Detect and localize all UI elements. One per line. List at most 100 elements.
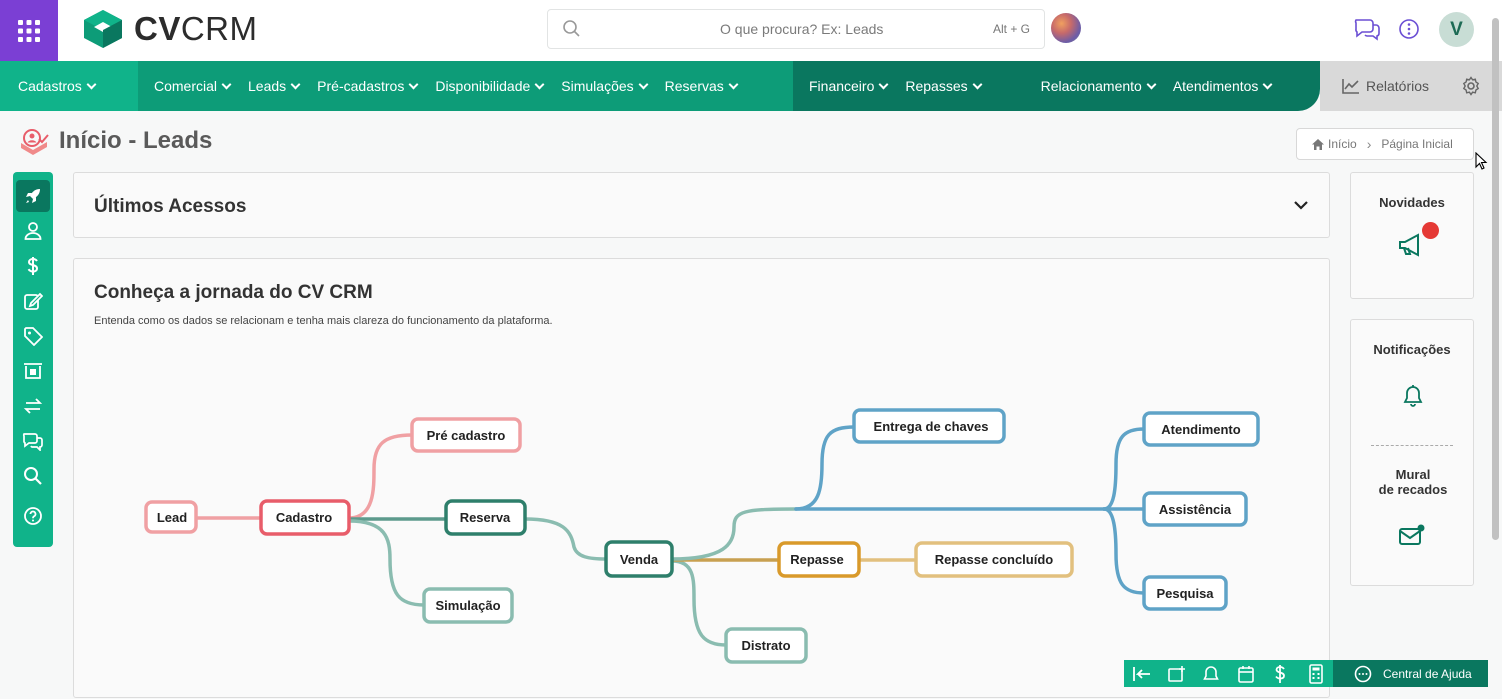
- rail-unit-button[interactable]: [16, 355, 50, 387]
- node-lead-label: Lead: [157, 510, 187, 525]
- cvcrm-logo-icon: [84, 10, 122, 48]
- chevron-down-icon: [878, 79, 889, 89]
- node-simulacao[interactable]: Simulação: [422, 587, 514, 624]
- nav-item-financeiro[interactable]: Financeiro: [809, 78, 889, 94]
- node-reserva-label: Reserva: [460, 510, 511, 525]
- node-venda-label: Venda: [620, 552, 659, 567]
- chevron-down-icon: [534, 79, 545, 89]
- nav-item-pre-cadastros[interactable]: Pré-cadastros: [317, 78, 419, 94]
- chevron-down-icon: [221, 79, 232, 89]
- rail-help-button[interactable]: [16, 500, 50, 532]
- nav-item-leads[interactable]: Leads: [248, 78, 301, 94]
- node-assistencia-label: Assistência: [1159, 502, 1232, 517]
- calendar-add-icon[interactable]: [1167, 665, 1187, 683]
- rail-chat-button[interactable]: [16, 425, 50, 457]
- journey-panel: Conheça a jornada do CV CRM Entenda como…: [73, 258, 1330, 698]
- calendar-icon[interactable]: [1237, 665, 1255, 683]
- rail-rocket-button[interactable]: [16, 180, 50, 212]
- dollar-icon[interactable]: [1273, 664, 1287, 684]
- journey-mindmap: Lead Cadastro Pré cadastro Reserva Simul…: [144, 408, 1260, 664]
- user-avatar[interactable]: V: [1439, 12, 1474, 47]
- chevron-down-icon: [86, 79, 97, 89]
- recent-accesses-title: Últimos Acessos: [94, 196, 247, 217]
- nav-item-atendimentos[interactable]: Atendimentos: [1173, 78, 1273, 94]
- nav-item-relacionamento[interactable]: Relacionamento: [1041, 78, 1157, 94]
- rail-tag-button[interactable]: [16, 320, 50, 352]
- nav-item-repasses[interactable]: Repasses: [905, 78, 983, 94]
- user-icon: [24, 222, 42, 240]
- page-scrollbar[interactable]: [1492, 18, 1499, 540]
- chevron-down-icon: [290, 79, 301, 89]
- node-pre-cadastro-label: Pré cadastro: [427, 428, 506, 443]
- dollar-icon: [27, 257, 39, 275]
- novidades-label: Novidades: [1379, 195, 1445, 210]
- collapse-left-icon[interactable]: [1132, 666, 1152, 682]
- logo-text: CVCRM: [134, 10, 258, 47]
- node-assistencia[interactable]: Assistência: [1142, 491, 1248, 527]
- calculator-icon[interactable]: [1308, 664, 1324, 684]
- rail-transfer-button[interactable]: [16, 390, 50, 422]
- nav-item-comercial[interactable]: Comercial: [154, 78, 232, 94]
- nav-group-reports: Relatórios: [1320, 61, 1502, 111]
- rail-edit-button[interactable]: [16, 285, 50, 317]
- quick-access-rail: [13, 172, 53, 547]
- novidades-panel[interactable]: Novidades: [1350, 172, 1474, 299]
- chat-bubble-icon: [1354, 665, 1372, 683]
- chevron-down-icon: [1146, 79, 1157, 89]
- rail-user-button[interactable]: [16, 215, 50, 247]
- chevron-right-icon: ›: [1366, 136, 1372, 152]
- chat-icon[interactable]: [1353, 16, 1381, 42]
- profile-picture[interactable]: [1051, 13, 1081, 43]
- notificacoes-label[interactable]: Notificações: [1351, 342, 1473, 357]
- mural-label-line1[interactable]: Mural: [1351, 467, 1475, 482]
- breadcrumb-current: Página Inicial: [1381, 137, 1453, 151]
- nav-group-commercial: Comercial Leads Pré-cadastros Disponibil…: [138, 61, 793, 111]
- page-title: Início - Leads: [59, 127, 213, 154]
- more-options-icon[interactable]: [1398, 18, 1420, 40]
- bottom-toolbar: Central de Ajuda: [1124, 660, 1488, 687]
- node-distrato-label: Distrato: [741, 638, 790, 653]
- nav-item-reservas[interactable]: Reservas: [665, 78, 739, 94]
- building-unit-icon: [24, 363, 42, 379]
- gear-icon[interactable]: [1461, 76, 1481, 96]
- node-entrega-de-chaves[interactable]: Entrega de chaves: [852, 408, 1006, 444]
- grid-icon: [18, 19, 40, 42]
- search-icon: [563, 20, 580, 37]
- node-cadastro-label: Cadastro: [276, 510, 332, 525]
- node-venda[interactable]: Venda: [604, 540, 674, 578]
- nav-item-simulacoes[interactable]: Simulações: [561, 78, 649, 94]
- recent-accesses-panel[interactable]: Últimos Acessos: [73, 172, 1330, 238]
- breadcrumb-home[interactable]: Início: [1328, 137, 1357, 151]
- node-cadastro[interactable]: Cadastro: [259, 499, 351, 536]
- top-bar: CVCRM O que procura? Ex: Leads Alt + G V: [0, 0, 1502, 61]
- chevron-down-icon: [638, 79, 649, 89]
- node-distrato[interactable]: Distrato: [724, 627, 808, 664]
- node-atendimento[interactable]: Atendimento: [1142, 411, 1260, 447]
- help-center-button[interactable]: Central de Ajuda: [1333, 660, 1488, 687]
- leads-page-icon: [21, 129, 49, 155]
- nav-item-disponibilidade[interactable]: Disponibilidade: [435, 78, 545, 94]
- search-bar[interactable]: O que procura? Ex: Leads Alt + G: [547, 9, 1045, 49]
- node-pre-cadastro[interactable]: Pré cadastro: [410, 417, 522, 453]
- node-repasse[interactable]: Repasse: [777, 541, 861, 578]
- node-reserva[interactable]: Reserva: [444, 499, 527, 536]
- bell-icon[interactable]: [1202, 665, 1220, 683]
- mural-label-line2[interactable]: de recados: [1351, 482, 1475, 497]
- node-pesquisa-label: Pesquisa: [1156, 586, 1214, 601]
- apps-menu-button[interactable]: [0, 0, 58, 61]
- nav-item-cadastros[interactable]: Cadastros: [18, 78, 97, 94]
- chevron-down-icon[interactable]: [1293, 199, 1309, 211]
- node-lead[interactable]: Lead: [144, 500, 198, 534]
- rail-search-button[interactable]: [16, 460, 50, 492]
- nav-item-relatorios[interactable]: Relatórios: [1342, 78, 1429, 94]
- envelope-icon[interactable]: [1398, 524, 1426, 546]
- node-repasse-concluido[interactable]: Repasse concluído: [914, 541, 1074, 578]
- mouse-cursor-icon: [1475, 152, 1488, 170]
- rocket-icon: [26, 189, 40, 203]
- breadcrumb: Início › Página Inicial: [1296, 128, 1474, 160]
- node-pesquisa[interactable]: Pesquisa: [1142, 575, 1228, 611]
- cvcrm-logo[interactable]: CVCRM: [82, 8, 258, 50]
- bell-icon[interactable]: [1402, 384, 1424, 408]
- rail-finance-button[interactable]: [16, 250, 50, 282]
- home-icon: [1312, 138, 1324, 150]
